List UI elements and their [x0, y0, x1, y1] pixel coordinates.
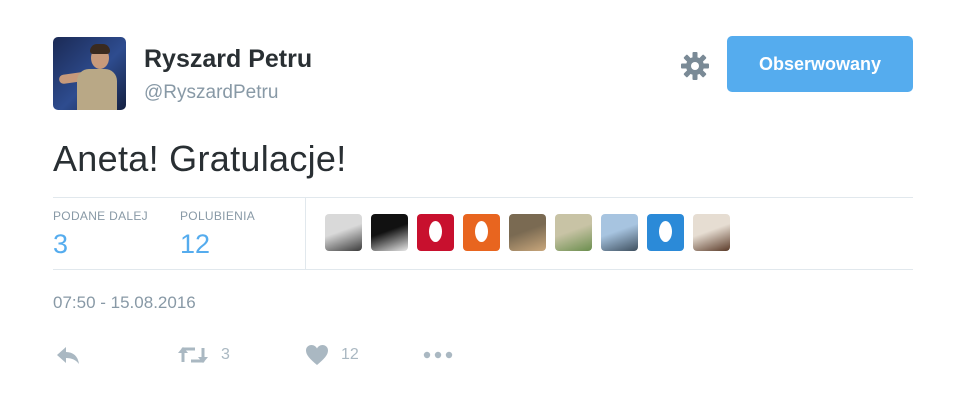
like-count: 12: [341, 346, 359, 363]
gear-icon[interactable]: [679, 50, 711, 82]
tweet-text: Aneta! Gratulacje!: [53, 138, 347, 179]
liker-avatar[interactable]: [693, 214, 730, 251]
tweet-timestamp[interactable]: 07:50 - 15.08.2016: [53, 293, 196, 313]
retweet-icon: [178, 347, 208, 363]
retweet-button[interactable]: 3: [177, 340, 230, 370]
liker-avatar[interactable]: [647, 214, 684, 251]
more-button[interactable]: [423, 340, 453, 370]
avatar[interactable]: [53, 37, 126, 110]
like-button[interactable]: 12: [305, 340, 359, 370]
retweet-stat-label: PODANE DALEJ: [53, 209, 148, 223]
likes-stat-count[interactable]: 12: [180, 229, 255, 260]
liker-avatar[interactable]: [325, 214, 362, 251]
retweet-count: 3: [221, 346, 230, 363]
reply-icon: [57, 347, 79, 364]
following-button[interactable]: Obserwowany: [727, 36, 913, 92]
egg-icon: [475, 221, 488, 242]
retweet-stat[interactable]: PODANE DALEJ 3: [53, 209, 148, 260]
heart-icon: [306, 345, 328, 365]
likes-stat[interactable]: POLUBIENIA 12: [180, 209, 255, 260]
action-bar: 3 12: [53, 340, 653, 370]
likes-stat-label: POLUBIENIA: [180, 209, 256, 223]
liker-avatar[interactable]: [371, 214, 408, 251]
retweet-stat-count[interactable]: 3: [53, 229, 148, 260]
divider: [53, 197, 913, 198]
liker-avatar[interactable]: [463, 214, 500, 251]
more-icon: [423, 351, 453, 359]
liker-avatar[interactable]: [417, 214, 454, 251]
egg-icon: [659, 221, 672, 242]
user-handle[interactable]: @RyszardPetru: [144, 82, 278, 104]
egg-icon: [429, 221, 442, 242]
liker-avatar[interactable]: [601, 214, 638, 251]
liker-avatar[interactable]: [509, 214, 546, 251]
divider: [53, 269, 913, 270]
likers-avatars: [325, 214, 730, 251]
display-name[interactable]: Ryszard Petru: [144, 45, 312, 74]
liker-avatar[interactable]: [555, 214, 592, 251]
stats-divider: [305, 197, 306, 269]
reply-button[interactable]: [55, 340, 81, 370]
